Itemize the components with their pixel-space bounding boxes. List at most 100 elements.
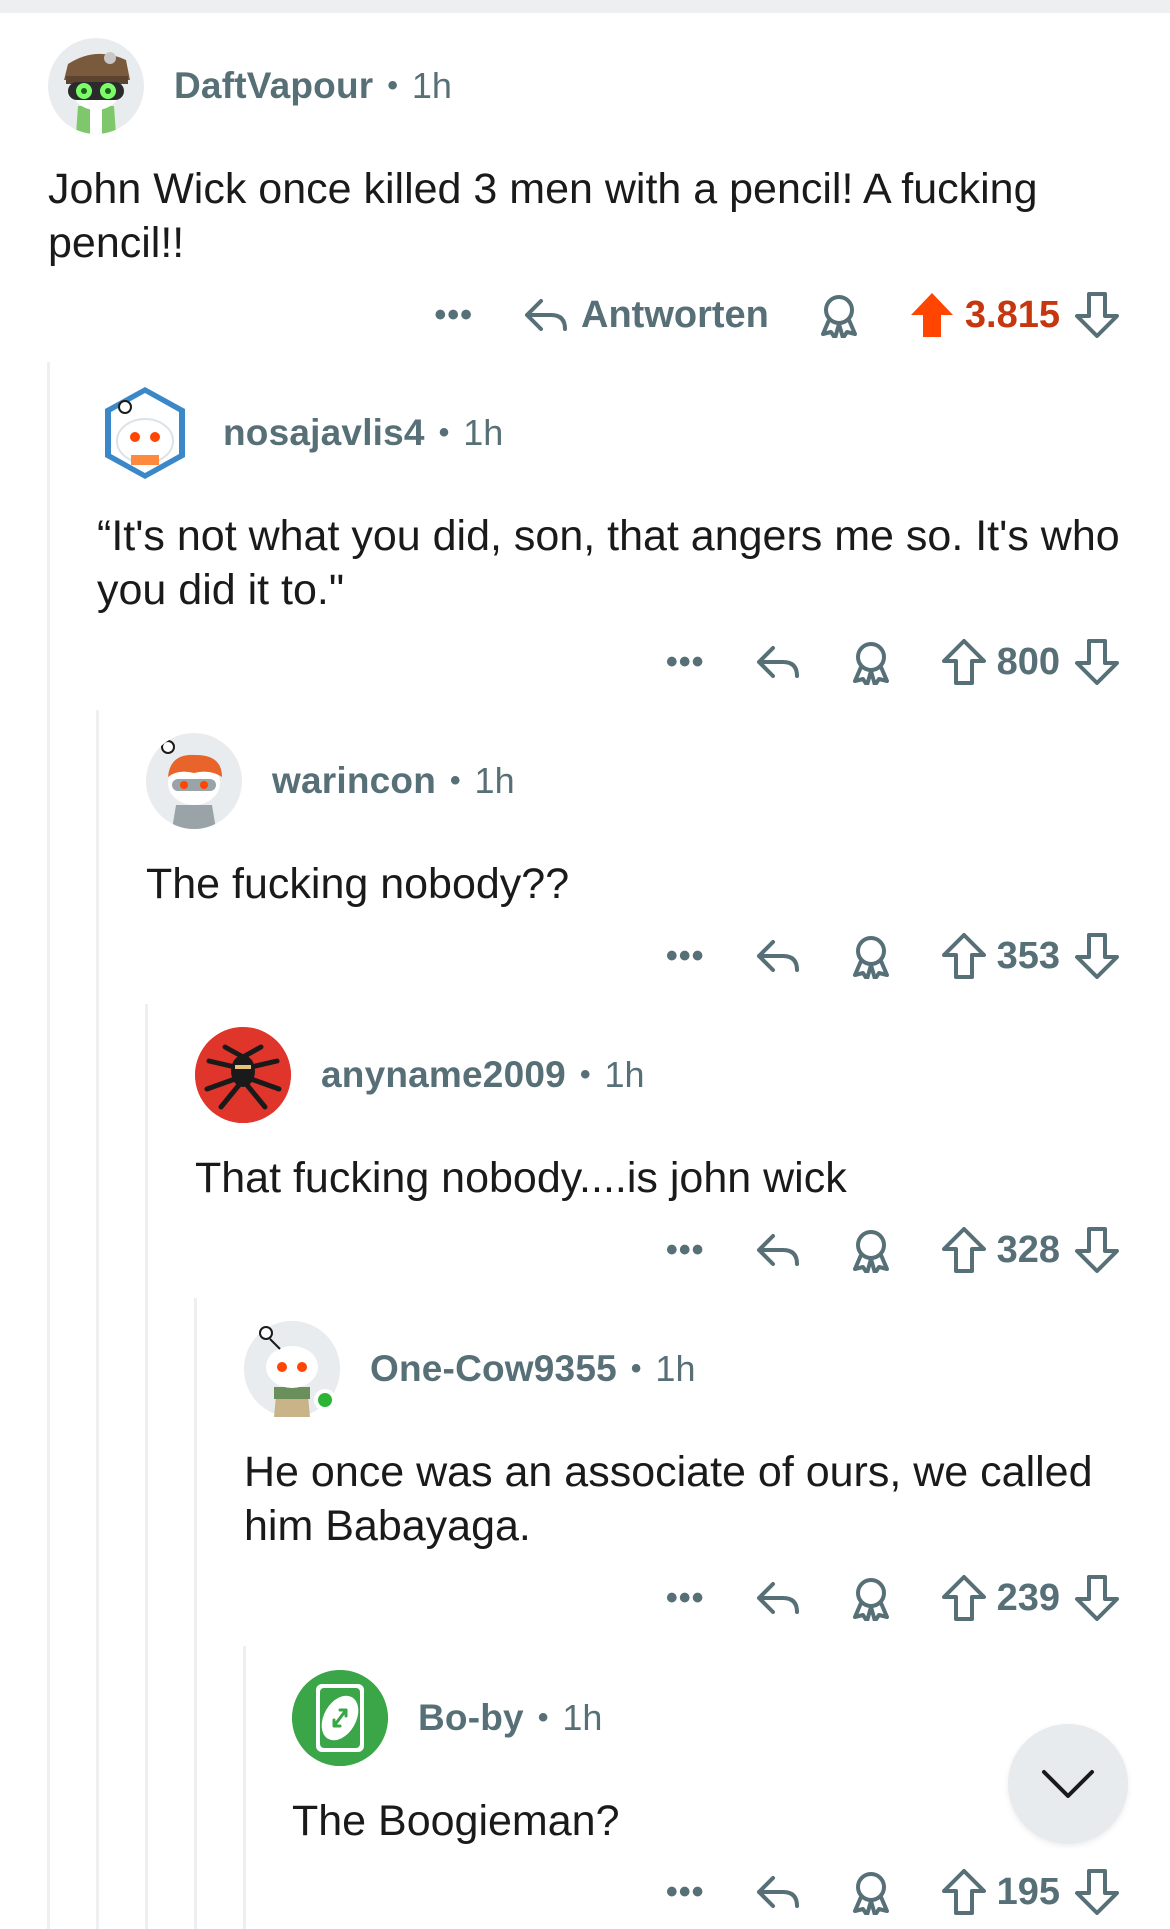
upvote-icon	[941, 639, 986, 685]
username[interactable]: Bo-by	[418, 1697, 524, 1739]
username[interactable]: anyname2009	[321, 1054, 566, 1096]
comment-header: anyname2009 • 1h	[195, 1027, 1123, 1123]
thread-line[interactable]	[96, 710, 99, 1929]
avatar[interactable]	[292, 1670, 388, 1766]
reply-button[interactable]	[755, 936, 801, 976]
upvote-icon	[941, 1227, 986, 1273]
comment: anyname2009 • 1h That fucking nobody....…	[195, 1027, 1123, 1205]
more-options-button[interactable]: •••	[434, 298, 473, 332]
comment-body: He once was an associate of ours, we cal…	[244, 1448, 1093, 1550]
more-options-button[interactable]: •••	[666, 1581, 705, 1615]
award-icon	[852, 936, 889, 979]
comment-actions: ••• 328	[666, 1220, 1120, 1280]
upvote-button[interactable]	[941, 1574, 987, 1622]
comment-header: Bo-by • 1h	[292, 1670, 1123, 1766]
more-options-button[interactable]: •••	[666, 939, 705, 973]
downvote-icon	[1075, 933, 1119, 979]
reply-icon	[756, 646, 799, 678]
reply-icon	[525, 299, 568, 331]
reply-button[interactable]	[755, 642, 801, 682]
upvote-button[interactable]	[941, 1226, 987, 1274]
award-icon	[820, 295, 857, 338]
reply-icon	[756, 1582, 799, 1614]
downvote-button[interactable]	[1074, 1226, 1120, 1274]
vote-score: 195	[996, 1870, 1060, 1913]
avatar[interactable]	[97, 385, 193, 481]
downvote-button[interactable]	[1074, 1868, 1120, 1916]
scroll-down-button[interactable]	[1008, 1724, 1128, 1844]
award-button[interactable]	[849, 639, 893, 685]
chevron-down-icon	[1042, 1770, 1094, 1798]
reply-icon	[756, 1234, 799, 1266]
timestamp: 1h	[411, 65, 452, 106]
downvote-button[interactable]	[1074, 638, 1120, 686]
vote-score: 353	[996, 934, 1060, 977]
comment-body: The Boogieman?	[292, 1797, 620, 1845]
reply-icon	[756, 940, 799, 972]
more-options-button[interactable]: •••	[666, 1233, 705, 1267]
comment-body: The fucking nobody??	[146, 860, 570, 908]
thread-line[interactable]	[145, 1004, 148, 1929]
vote-score: 3.815	[964, 293, 1060, 336]
thread-line[interactable]	[194, 1298, 197, 1929]
upvote-icon	[941, 1575, 986, 1621]
vote-score: 800	[996, 640, 1060, 683]
comment-actions: ••• Antworten 3.815	[434, 285, 1120, 345]
upvote-button[interactable]	[941, 638, 987, 686]
avatar-snoo-hexagon-icon	[105, 387, 185, 479]
separator-dot: •	[579, 1058, 591, 1091]
username[interactable]: nosajavlis4	[223, 412, 425, 454]
timestamp: 1h	[562, 1697, 603, 1738]
thread-line[interactable]	[47, 362, 50, 1929]
comment: Bo-by • 1h The Boogieman?	[292, 1670, 1123, 1848]
reply-button[interactable]	[755, 1230, 801, 1270]
upvote-icon	[941, 933, 986, 979]
separator-dot: •	[438, 416, 450, 449]
award-button[interactable]	[849, 1869, 893, 1915]
username[interactable]: One-Cow9355	[370, 1348, 617, 1390]
downvote-icon	[1075, 1869, 1119, 1915]
separator-dot: •	[537, 1701, 549, 1734]
avatar[interactable]	[195, 1027, 291, 1123]
username[interactable]: DaftVapour	[174, 65, 373, 107]
comment-header: One-Cow9355 • 1h	[244, 1321, 1123, 1417]
avatar[interactable]	[244, 1321, 340, 1417]
award-button[interactable]	[849, 1227, 893, 1273]
separator-dot: •	[387, 69, 398, 102]
award-icon	[852, 642, 889, 685]
upvote-button[interactable]	[941, 932, 987, 980]
downvote-button[interactable]	[1074, 291, 1120, 339]
comment-actions: ••• 195	[666, 1862, 1120, 1922]
avatar[interactable]	[146, 733, 242, 829]
downvote-button[interactable]	[1074, 1574, 1120, 1622]
comment-actions: ••• 353	[666, 926, 1120, 986]
downvote-button[interactable]	[1074, 932, 1120, 980]
timestamp: 1h	[463, 412, 504, 453]
vote-score: 239	[996, 1576, 1060, 1619]
separator-dot: •	[630, 1352, 642, 1385]
comment-body: John Wick once killed 3 men with a penci…	[48, 165, 1038, 267]
comment-body: “It's not what you did, son, that angers…	[97, 512, 1120, 614]
more-options-button[interactable]: •••	[666, 1875, 705, 1909]
reply-button[interactable]: Antworten	[523, 294, 769, 337]
upvote-button[interactable]	[941, 1868, 987, 1916]
downvote-icon	[1075, 292, 1119, 338]
thread-line[interactable]	[243, 1646, 246, 1929]
more-options-button[interactable]: •••	[666, 645, 705, 679]
upvote-button[interactable]	[909, 291, 955, 339]
timestamp: 1h	[604, 1054, 645, 1095]
comment-header: nosajavlis4 • 1h	[97, 385, 1123, 481]
avatar-goggles-icon	[64, 52, 130, 134]
avatar-red-spider-icon	[195, 1027, 291, 1123]
reply-button[interactable]	[755, 1578, 801, 1618]
vote-score: 328	[996, 1228, 1060, 1271]
username[interactable]: warincon	[272, 760, 436, 802]
award-button[interactable]	[849, 1575, 893, 1621]
reply-button[interactable]	[755, 1872, 801, 1912]
award-button[interactable]	[849, 933, 893, 979]
comment-header: warincon • 1h	[146, 733, 1123, 829]
comment-actions: ••• 800	[666, 632, 1120, 692]
avatar[interactable]	[48, 38, 144, 134]
upvote-icon	[941, 1869, 986, 1915]
award-button[interactable]	[817, 292, 861, 338]
